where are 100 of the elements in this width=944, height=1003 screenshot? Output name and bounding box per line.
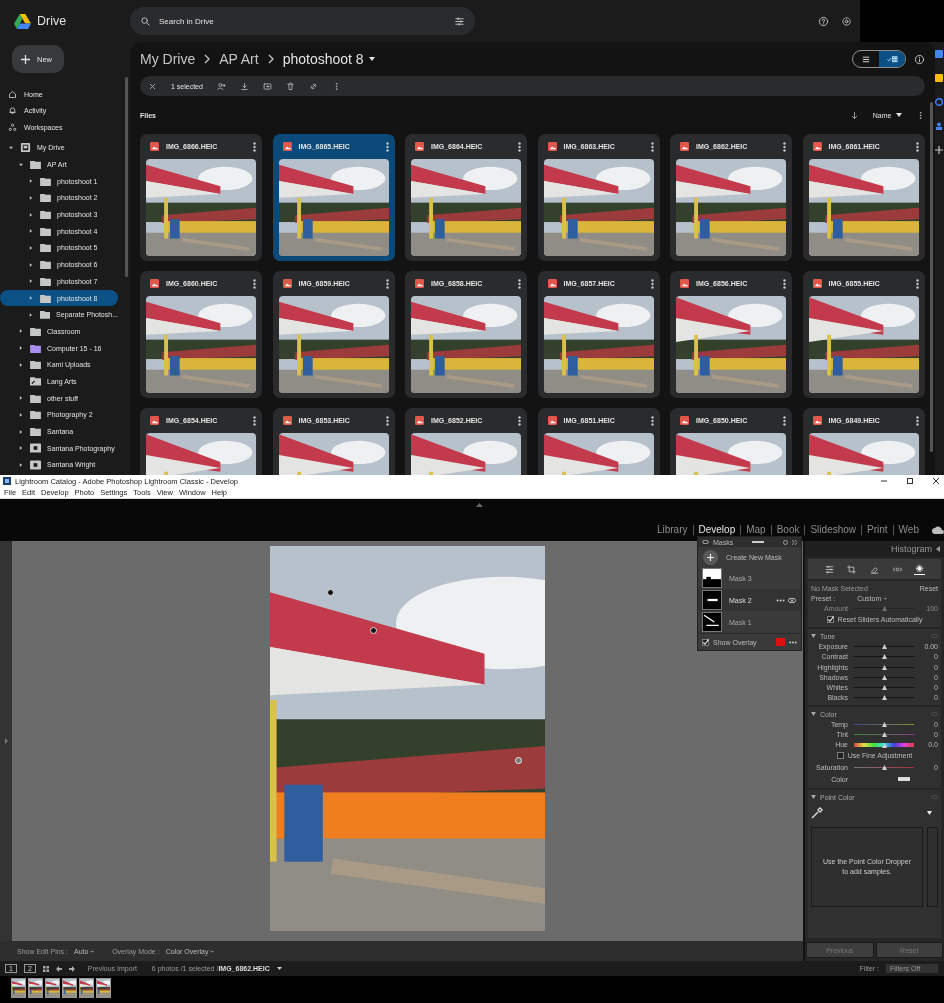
expander-icon[interactable] bbox=[28, 295, 34, 302]
more-icon[interactable] bbox=[518, 415, 521, 426]
module-tab[interactable]: Library bbox=[651, 525, 693, 535]
slider-thumb[interactable] bbox=[881, 674, 887, 680]
module-tab[interactable]: Develop bbox=[692, 525, 741, 535]
more-icon[interactable] bbox=[915, 415, 919, 426]
breadcrumb-item[interactable]: photoshoot 8 bbox=[282, 51, 375, 67]
overlay-color-swatch[interactable] bbox=[776, 638, 785, 646]
slider-thumb[interactable] bbox=[881, 695, 887, 701]
slider-thumb[interactable] bbox=[881, 742, 887, 748]
more-icon[interactable] bbox=[783, 415, 786, 426]
more-icon[interactable] bbox=[253, 278, 256, 289]
expander-icon[interactable] bbox=[18, 328, 24, 335]
grid-icon[interactable] bbox=[42, 965, 49, 972]
more-icon[interactable] bbox=[385, 415, 389, 426]
note-icon[interactable] bbox=[935, 74, 944, 82]
module-tab[interactable]: Print bbox=[861, 525, 893, 535]
home-icon[interactable] bbox=[8, 89, 17, 99]
edit-pin-icon[interactable] bbox=[327, 589, 334, 596]
more-icon[interactable] bbox=[650, 278, 654, 289]
collapse-triangle-icon[interactable] bbox=[476, 503, 483, 507]
search-bar[interactable]: Search in Drive bbox=[130, 7, 475, 35]
expander-icon[interactable] bbox=[18, 428, 24, 435]
mask-tool-icon[interactable] bbox=[914, 563, 926, 575]
color-swatch[interactable] bbox=[898, 777, 910, 782]
link-icon[interactable] bbox=[308, 81, 318, 91]
slider-thumb[interactable] bbox=[881, 764, 887, 770]
scrollbar[interactable] bbox=[929, 102, 933, 452]
more-icon[interactable] bbox=[650, 415, 654, 426]
expander-icon[interactable] bbox=[28, 261, 34, 268]
expander-icon[interactable] bbox=[18, 361, 24, 368]
more-icon[interactable] bbox=[518, 141, 521, 152]
help-icon[interactable] bbox=[818, 15, 829, 27]
close-icon[interactable] bbox=[933, 478, 939, 484]
sliders-tool-icon[interactable] bbox=[823, 563, 835, 575]
checkbox[interactable] bbox=[836, 752, 844, 760]
scrollbar[interactable] bbox=[125, 77, 128, 277]
checkbox[interactable] bbox=[702, 638, 709, 646]
tasks-icon[interactable] bbox=[935, 98, 944, 106]
slider-thumb[interactable] bbox=[881, 654, 887, 660]
more-icon[interactable] bbox=[776, 598, 785, 602]
filmstrip-thumbnail[interactable] bbox=[29, 979, 42, 997]
filmstrip-thumbnail[interactable] bbox=[80, 979, 93, 997]
cloud-icon[interactable] bbox=[932, 526, 944, 534]
slider-thumb[interactable] bbox=[881, 732, 887, 737]
info-icon[interactable] bbox=[913, 53, 925, 65]
download-icon[interactable] bbox=[239, 81, 249, 91]
more-icon[interactable] bbox=[783, 278, 786, 289]
plus-icon[interactable] bbox=[21, 54, 30, 64]
expander-icon[interactable] bbox=[28, 278, 34, 285]
caret-icon[interactable] bbox=[368, 57, 375, 61]
collapse-triangle-icon[interactable] bbox=[811, 634, 816, 639]
close-icon[interactable] bbox=[148, 81, 157, 91]
filter-icon[interactable] bbox=[454, 15, 465, 27]
double-chevron-icon[interactable] bbox=[792, 539, 797, 545]
share-person-icon[interactable] bbox=[216, 81, 226, 91]
filmstrip-thumbnail[interactable] bbox=[12, 979, 25, 997]
expander-icon[interactable] bbox=[8, 144, 14, 151]
breadcrumb-item[interactable]: My Drive bbox=[140, 51, 196, 67]
collapse-triangle-icon[interactable] bbox=[811, 712, 816, 717]
caret-icon[interactable] bbox=[895, 113, 902, 117]
expander-icon[interactable] bbox=[28, 211, 34, 218]
crop-tool-icon[interactable] bbox=[846, 563, 858, 575]
expand-triangle-icon[interactable] bbox=[4, 738, 8, 744]
dropdown-triangle-icon[interactable] bbox=[927, 811, 932, 816]
more-icon[interactable] bbox=[518, 278, 521, 289]
circles-icon[interactable] bbox=[8, 122, 17, 132]
search-icon[interactable] bbox=[140, 15, 151, 27]
trash-icon[interactable] bbox=[285, 81, 295, 91]
bell-icon[interactable] bbox=[8, 106, 17, 116]
add-icon[interactable] bbox=[935, 146, 944, 154]
slider-thumb[interactable] bbox=[881, 643, 887, 649]
filmstrip-thumbnail[interactable] bbox=[97, 979, 110, 997]
slider-thumb[interactable] bbox=[881, 685, 887, 691]
module-tab[interactable]: Slideshow bbox=[804, 525, 862, 535]
grid-icon[interactable] bbox=[885, 54, 898, 64]
module-tab[interactable]: Book bbox=[770, 525, 805, 535]
expander-icon[interactable] bbox=[28, 194, 34, 201]
forward-arrow-icon[interactable] bbox=[68, 965, 75, 972]
contacts-icon[interactable] bbox=[935, 122, 944, 130]
expander-icon[interactable] bbox=[28, 244, 34, 251]
help-icon[interactable] bbox=[783, 539, 788, 545]
more-icon[interactable] bbox=[783, 141, 786, 152]
more-icon[interactable] bbox=[915, 278, 919, 289]
expander-icon[interactable] bbox=[28, 178, 34, 185]
collapse-triangle-icon[interactable] bbox=[936, 546, 940, 552]
breadcrumb-item[interactable]: AP Art bbox=[219, 51, 259, 67]
filmstrip-thumbnail[interactable] bbox=[63, 979, 76, 997]
search-field[interactable]: Search in Drive bbox=[159, 13, 446, 29]
more-icon[interactable] bbox=[385, 278, 389, 289]
expander-icon[interactable] bbox=[28, 311, 34, 318]
module-tab[interactable]: Web bbox=[892, 525, 924, 535]
grid-view-button[interactable] bbox=[878, 51, 905, 67]
settings-icon[interactable] bbox=[841, 15, 852, 27]
filmstrip-thumbnail[interactable] bbox=[46, 979, 59, 997]
eyedropper-icon[interactable] bbox=[811, 807, 823, 820]
module-tab[interactable]: Map bbox=[740, 525, 771, 535]
more-icon[interactable] bbox=[789, 640, 797, 644]
add-mask-button[interactable] bbox=[703, 549, 718, 565]
slider-thumb[interactable] bbox=[881, 721, 887, 727]
